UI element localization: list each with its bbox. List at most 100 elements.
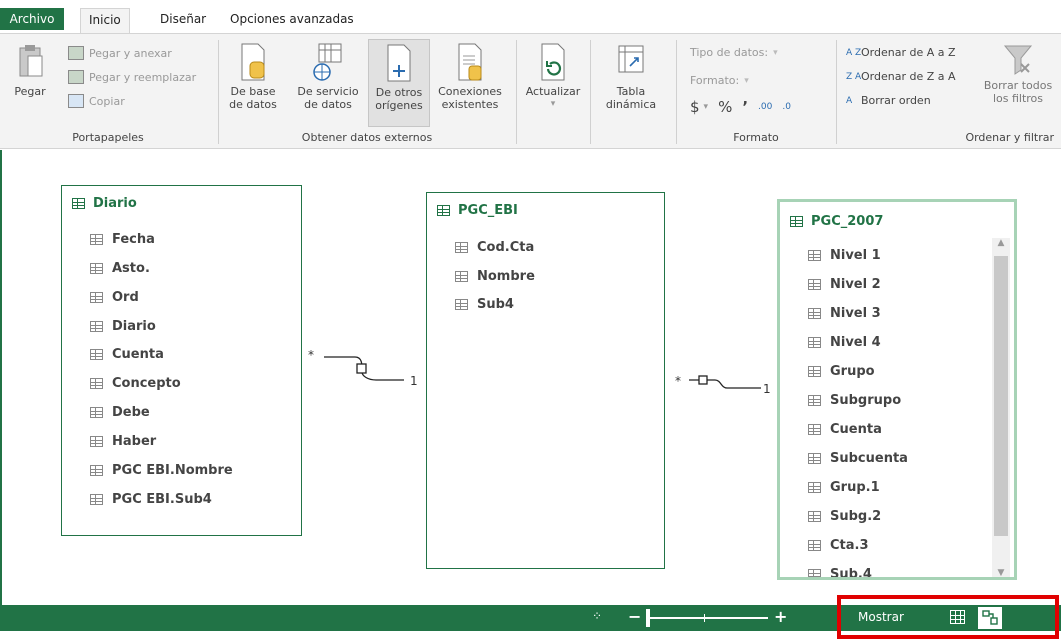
zoom-slider-thumb[interactable] [646,609,650,627]
pivot-table-icon [618,45,644,73]
zoom-in-button[interactable]: + [774,607,787,626]
data-service-icon [313,43,342,81]
field-item[interactable]: Cod.Cta [455,240,534,255]
percent-button[interactable]: % [718,98,732,116]
chevron-down-icon: ▾ [744,75,749,86]
table-icon [437,205,450,216]
field-item[interactable]: Debe [90,405,150,420]
relationship-handle-icon[interactable] [356,363,367,374]
relationship-many-label: * [675,374,681,388]
field-item[interactable]: Asto. [90,261,150,276]
field-item[interactable]: Grup.1 [808,480,880,495]
column-icon [90,465,103,476]
field-item[interactable]: Sub.4 [808,567,872,577]
column-icon [808,366,821,377]
pivot-table-button[interactable]: Tabla dinámica [596,42,666,111]
column-icon [455,299,468,310]
field-item[interactable]: Fecha [90,232,155,247]
other-sources-icon [387,44,411,82]
chevron-down-icon: ▾ [773,47,778,58]
column-icon [90,292,103,303]
clear-sort-icon: A [846,95,853,106]
format-dropdown[interactable]: Formato: ▾ [690,74,749,87]
decrease-decimal-button[interactable]: .0 [782,102,791,112]
field-item[interactable]: Nivel 1 [808,248,881,263]
tab-opciones-avanzadas[interactable]: Opciones avanzadas [222,8,362,34]
vertical-scrollbar[interactable]: ▲ ▼ [992,238,1010,577]
table-diario[interactable]: Diario Fecha Asto. Ord Diario Cuenta Con… [61,185,302,536]
field-item[interactable]: Concepto [90,376,181,391]
number-format-buttons: $ ▾ % ’ .00 .0 [690,98,791,116]
table-header: PGC_2007 [790,214,883,229]
from-service-button[interactable]: De servicio de datos [290,42,366,111]
column-icon [90,436,103,447]
paste-append-button[interactable]: Pegar y anexar [68,46,172,60]
column-icon [455,271,468,282]
field-item[interactable]: Cuenta [90,347,164,362]
copy-button[interactable]: Copiar [68,94,125,108]
field-item[interactable]: Sub4 [455,297,514,312]
group-label-sort-filter: Ordenar y filtrar [965,131,1054,144]
chevron-down-icon: ▾ [550,99,556,109]
paste-icon [19,45,43,77]
relationship-one-label: 1 [763,382,771,396]
sort-az-button[interactable]: A Z Ordenar de A a Z [846,46,956,59]
field-item[interactable]: Diario [90,319,156,334]
copy-icon [68,94,84,108]
separator [836,40,837,144]
currency-button[interactable]: $ [690,98,700,116]
zoom-slider[interactable] [646,609,768,627]
comma-button[interactable]: ’ [742,98,748,116]
column-icon [808,308,821,319]
field-item[interactable]: Ord [90,290,139,305]
column-icon [808,337,821,348]
paste-replace-icon [68,70,84,84]
table-pgc-2007[interactable]: PGC_2007 Nivel 1 Nivel 2 Nivel 3 Nivel 4… [777,199,1017,580]
field-item[interactable]: Subg.2 [808,509,881,524]
scroll-up-icon[interactable]: ▲ [992,238,1010,254]
scroll-down-icon[interactable]: ▼ [992,568,1010,577]
highlight-box [837,595,1059,639]
data-type-dropdown[interactable]: Tipo de datos: ▾ [690,46,778,59]
field-item[interactable]: Nivel 4 [808,335,881,350]
column-icon [808,569,821,577]
table-header: PGC_EBI [437,203,518,218]
tab-inicio[interactable]: Inicio [80,8,130,34]
column-icon [90,349,103,360]
tab-archivo[interactable]: Archivo [0,8,64,30]
tab-disenar[interactable]: Diseñar [152,8,214,34]
paste-append-icon [68,46,84,60]
fit-to-screen-icon[interactable]: ⁘ [592,609,602,623]
field-item[interactable]: Nivel 2 [808,277,881,292]
field-item[interactable]: Nivel 3 [808,306,881,321]
field-item[interactable]: Nombre [455,269,535,284]
field-item[interactable]: Subcuenta [808,451,908,466]
refresh-button[interactable]: Actualizar ▾ [520,42,586,111]
field-item[interactable]: Haber [90,434,156,449]
filter-clear-icon [1003,45,1033,75]
ribbon: Pegar Pegar y anexar Pegar y reemplazar … [0,33,1061,149]
clear-sort-button[interactable]: A Borrar orden [846,94,931,107]
clear-all-filters-button[interactable]: Borrar todos los filtros [978,42,1058,105]
field-item[interactable]: PGC EBI.Nombre [90,463,233,478]
column-icon [90,263,103,274]
field-item[interactable]: PGC EBI.Sub4 [90,492,212,507]
scrollbar-thumb[interactable] [994,256,1008,536]
relationship-handle-icon[interactable] [698,375,708,385]
increase-decimal-button[interactable]: .00 [758,102,772,112]
zoom-out-button[interactable]: − [628,607,641,626]
from-database-button[interactable]: De base de datos [222,42,284,111]
field-item[interactable]: Grupo [808,364,875,379]
existing-connections-button[interactable]: Conexiones existentes [434,42,506,111]
table-pgc-ebi[interactable]: PGC_EBI Cod.Cta Nombre Sub4 [426,192,665,569]
from-other-sources-button[interactable]: De otros orígenes [368,39,430,127]
column-icon [808,482,821,493]
field-item[interactable]: Cuenta [808,422,882,437]
sort-za-button[interactable]: Z A Ordenar de Z a A [846,70,956,83]
field-item[interactable]: Subgrupo [808,393,901,408]
field-item[interactable]: Cta.3 [808,538,869,553]
paste-button[interactable]: Pegar [6,44,54,98]
column-icon [90,234,103,245]
group-label-clipboard: Portapapeles [72,131,144,144]
paste-replace-button[interactable]: Pegar y reemplazar [68,70,196,84]
